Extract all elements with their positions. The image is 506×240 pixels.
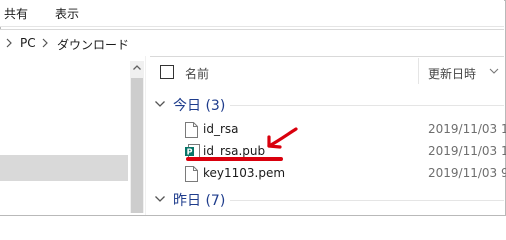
file-name: key1103.pem [203,166,286,180]
navigation-pane [0,56,150,215]
menu-view[interactable]: 表示 [55,5,79,22]
file-date: 2019/11/03 9:2 [428,166,506,180]
column-divider[interactable] [418,58,419,84]
file-row[interactable]: key1103.pem 2019/11/03 9:2 [150,163,506,185]
column-header-name[interactable]: 名前 [185,65,209,82]
annotation-arrow-icon [267,127,298,149]
group-collapse-icon[interactable] [154,194,166,204]
group-collapse-icon[interactable] [154,99,166,109]
ribbon-divider [0,26,504,27]
nav-selected-item[interactable] [0,155,128,181]
scrollbar-thumb[interactable] [131,78,143,213]
chevron-right-icon[interactable] [5,37,14,49]
sort-chevron-icon[interactable] [489,66,499,76]
group-header-today[interactable]: 今日 (3) [173,95,225,115]
file-name: id_rsa [203,122,239,136]
breadcrumb-pc[interactable]: PC [20,36,36,50]
menu-share[interactable]: 共有 [4,5,28,22]
group-divider [230,200,504,201]
chevron-right-icon[interactable] [41,37,50,49]
scroll-up-icon[interactable] [130,61,144,75]
column-header-date[interactable]: 更新日時 [428,65,476,82]
file-name: id_rsa.pub [203,144,266,158]
ribbon-menu: 共有 表示 [0,0,504,26]
pane-divider[interactable] [145,56,146,215]
file-date: 2019/11/03 19:4 [428,122,506,136]
file-date: 2019/11/03 19:4 [428,144,506,158]
file-row[interactable]: id_rsa 2019/11/03 19:4 [150,119,506,141]
address-bar[interactable]: PC ダウンロード [0,29,504,57]
group-header-yesterday[interactable]: 昨日 (7) [173,190,225,210]
svg-text:P: P [187,148,193,157]
annotation-underline [186,157,283,161]
select-all-checkbox[interactable] [160,65,174,79]
group-divider [230,105,504,106]
generic-file-icon [185,166,198,182]
generic-file-icon [185,122,198,138]
breadcrumb-downloads[interactable]: ダウンロード [57,36,129,53]
